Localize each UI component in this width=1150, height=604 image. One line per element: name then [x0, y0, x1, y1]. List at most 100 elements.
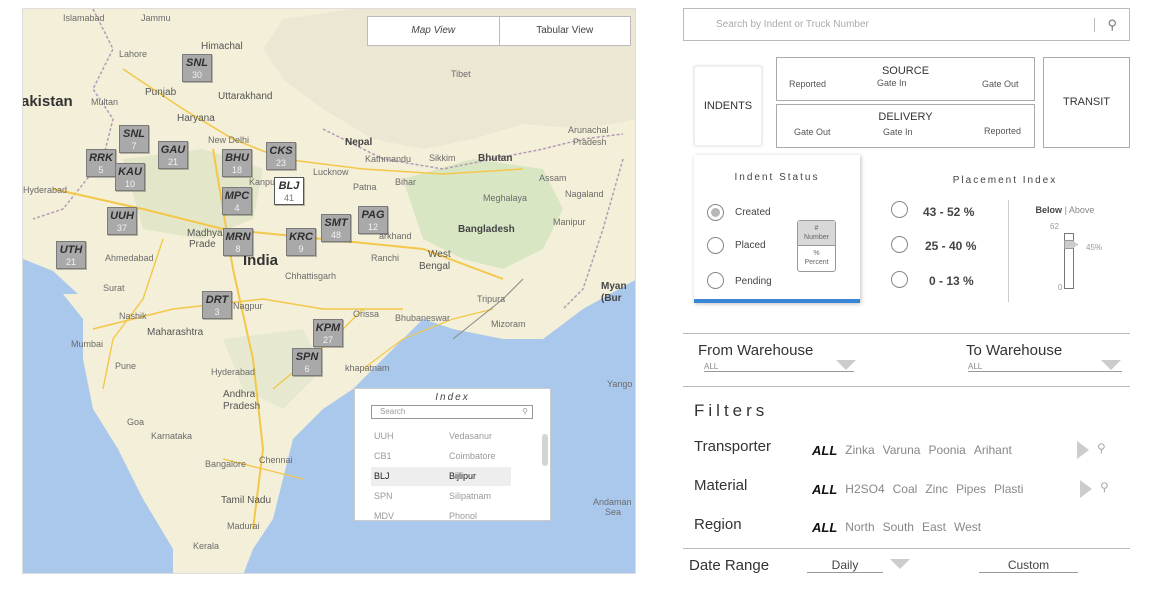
map-pin[interactable]: MRN 8 — [223, 228, 253, 256]
from-warehouse-select[interactable]: ALL — [704, 362, 854, 372]
range-high-label: 43 - 52 % — [923, 205, 975, 219]
index-scrollbar[interactable] — [542, 434, 548, 466]
custom-date-button[interactable]: Custom — [979, 558, 1078, 573]
map-pin[interactable]: PAG 12 — [358, 206, 388, 234]
toggle-percent[interactable]: % Percent — [798, 246, 835, 271]
placement-slider-thumb[interactable] — [1064, 240, 1078, 249]
indent-search-input[interactable]: Search by Indent or Truck Number ⚲ — [683, 8, 1130, 41]
map-pin[interactable]: SPN 6 — [292, 348, 322, 376]
divider — [683, 333, 1130, 334]
status-active-underline — [694, 299, 860, 303]
above-label[interactable]: Above — [1069, 205, 1095, 215]
below-above-toggle[interactable]: Below | Above — [1010, 205, 1120, 215]
map-view-button[interactable]: Map View — [368, 17, 500, 45]
map-view[interactable]: Islamabad Jammu Lahore Himachal akistan … — [22, 8, 636, 574]
transit-stage-button[interactable]: TRANSIT — [1043, 57, 1130, 148]
index-code: SPN — [374, 491, 393, 501]
map-pin[interactable]: SMT 48 — [321, 214, 351, 242]
indent-status-title: Indent Status — [734, 172, 820, 183]
index-row[interactable]: UUH Vedasanur — [371, 427, 511, 446]
region-option[interactable]: East — [922, 520, 946, 534]
below-label[interactable]: Below — [1036, 205, 1063, 215]
search-icon: ⚲ — [522, 407, 528, 416]
material-option[interactable]: Coal — [893, 482, 918, 496]
pin-code: KRC — [289, 231, 313, 243]
transporter-option[interactable]: Arihant — [974, 443, 1012, 457]
map-pin[interactable]: MPC 4 — [222, 187, 252, 215]
source-stage-button[interactable]: SOURCE Reported Gate In Gate Out — [776, 57, 1035, 101]
pin-count: 10 — [124, 179, 135, 189]
pin-count: 5 — [98, 165, 104, 175]
index-row-selected[interactable]: BLJ Bijlipur — [371, 467, 511, 486]
source-gate-in: Gate In — [877, 78, 907, 88]
placement-index-panel: Placement Index 43 - 52 % 25 - 40 % 0 - … — [880, 170, 1130, 310]
tabular-view-button[interactable]: Tabular View — [500, 17, 631, 45]
map-pin[interactable]: KPM 27 — [313, 319, 343, 347]
filters-title: Filters — [694, 401, 769, 420]
map-pin[interactable]: SNL 30 — [182, 54, 212, 82]
material-option-all[interactable]: ALL — [812, 482, 837, 497]
pin-code: GAU — [160, 144, 186, 156]
map-pin[interactable]: DRT 3 — [202, 291, 232, 319]
material-options: ALL H2SO4 Coal Zinc Pipes Plasti — [812, 480, 1076, 498]
transporter-option[interactable]: Varuna — [883, 443, 921, 457]
map-pin[interactable]: KRC 9 — [286, 228, 316, 256]
pin-count: 7 — [131, 141, 137, 151]
region-option[interactable]: North — [845, 520, 874, 534]
delivery-stage-button[interactable]: DELIVERY Gate Out Gate In Reported — [776, 104, 1035, 148]
pin-count: 3 — [214, 307, 220, 317]
pin-count: 12 — [367, 222, 378, 232]
region-option-all[interactable]: ALL — [812, 520, 837, 535]
search-icon[interactable]: ⚲ — [1097, 441, 1106, 455]
pin-code: KPM — [315, 322, 341, 334]
radio-placed[interactable] — [707, 237, 724, 254]
map-pin[interactable]: RRK 5 — [86, 149, 116, 177]
status-placed-label: Placed — [735, 240, 766, 251]
pin-code: RRK — [89, 152, 113, 164]
index-row[interactable]: MDV Phonol — [371, 507, 511, 521]
index-row[interactable]: CB1 Coimbatore — [371, 447, 511, 466]
delivery-title: DELIVERY — [878, 111, 933, 123]
map-pin[interactable]: UUH 37 — [107, 207, 137, 235]
radio-range-mid[interactable] — [891, 236, 908, 253]
chevron-down-icon[interactable] — [836, 360, 856, 370]
play-icon[interactable] — [1077, 441, 1089, 459]
search-icon[interactable]: ⚲ — [1107, 9, 1117, 40]
material-option[interactable]: Pipes — [956, 482, 986, 496]
map-pin[interactable]: UTH 21 — [56, 241, 86, 269]
index-search-input[interactable]: Search ⚲ — [371, 405, 533, 419]
map-pin[interactable]: SNL 7 — [119, 125, 149, 153]
pin-code: UUH — [110, 210, 134, 222]
slider-min-label: 0 — [1058, 283, 1063, 292]
material-option[interactable]: Zinc — [925, 482, 948, 496]
source-reported: Reported — [789, 79, 827, 89]
region-option[interactable]: South — [883, 520, 914, 534]
map-pin-active[interactable]: BLJ 41 — [274, 177, 304, 205]
material-option[interactable]: H2SO4 — [845, 482, 884, 496]
transporter-option[interactable]: Poonia — [928, 443, 965, 457]
chevron-down-icon[interactable] — [1101, 360, 1121, 370]
radio-pending[interactable] — [707, 272, 724, 289]
number-percent-toggle[interactable]: # Number % Percent — [797, 220, 836, 272]
pin-count: 6 — [304, 364, 310, 374]
play-icon[interactable] — [1080, 480, 1092, 498]
map-pin[interactable]: GAU 21 — [158, 141, 188, 169]
map-pin[interactable]: KAU 10 — [115, 163, 145, 191]
placement-divider — [1008, 200, 1009, 302]
search-icon[interactable]: ⚲ — [1100, 480, 1109, 494]
map-pin[interactable]: BHU 18 — [222, 149, 252, 177]
chevron-down-icon[interactable] — [890, 559, 910, 569]
radio-range-low[interactable] — [891, 271, 908, 288]
map-pin[interactable]: CKS 23 — [266, 142, 296, 170]
indents-stage-button[interactable]: INDENTS — [694, 66, 762, 146]
transporter-option[interactable]: Zinka — [845, 443, 874, 457]
to-warehouse-select[interactable]: ALL — [968, 362, 1122, 372]
toggle-number[interactable]: # Number — [798, 221, 835, 246]
transporter-option-all[interactable]: ALL — [812, 443, 837, 458]
radio-created[interactable] — [707, 204, 724, 221]
region-option[interactable]: West — [954, 520, 981, 534]
material-option[interactable]: Plasti — [994, 482, 1023, 496]
radio-range-high[interactable] — [891, 201, 908, 218]
index-row[interactable]: SPN Silipatnam — [371, 487, 511, 506]
date-period-select[interactable]: Daily — [807, 558, 883, 573]
